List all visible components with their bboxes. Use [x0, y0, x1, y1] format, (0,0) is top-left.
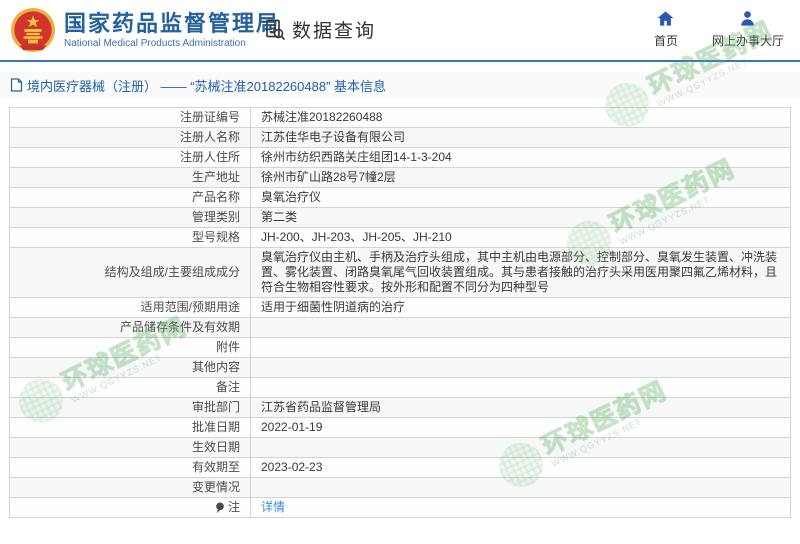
- table-row: 注册人住所徐州市纺织西路关庄组团14-1-3-204: [10, 148, 791, 168]
- info-table: 注册证编号苏械注准20182260488注册人名称江苏佳华电子设备有限公司注册人…: [9, 107, 791, 518]
- field-value: 徐州市纺织西路关庄组团14-1-3-204: [251, 148, 791, 168]
- field-label: 结构及组成/主要组成成分: [10, 248, 251, 298]
- field-value: JH-200、JH-203、JH-205、JH-210: [251, 228, 791, 248]
- table-row: 注册人名称江苏佳华电子设备有限公司: [10, 128, 791, 148]
- brand-subtitle: National Medical Products Administration: [64, 38, 280, 49]
- table-row: 批准日期2022-01-19: [10, 418, 791, 438]
- field-label: 适用范围/预期用途: [10, 298, 251, 318]
- document-icon: [10, 78, 23, 92]
- data-query-icon: [263, 18, 287, 42]
- field-value: [251, 438, 791, 458]
- field-label: 附件: [10, 338, 251, 358]
- nav-service-hall-label: 网上办事大厅: [712, 32, 784, 49]
- field-label: 产品储存条件及有效期: [10, 318, 251, 338]
- field-label: 注: [10, 498, 251, 518]
- table-wrap: 注册证编号苏械注准20182260488注册人名称江苏佳华电子设备有限公司注册人…: [9, 107, 791, 518]
- field-label: 审批部门: [10, 398, 251, 418]
- header-nav: 首页 网上办事大厅: [654, 9, 784, 49]
- field-label: 批准日期: [10, 418, 251, 438]
- table-row: 产品名称臭氧治疗仪: [10, 188, 791, 208]
- breadcrumb-text: 境内医疗器械（注册） —— “苏械注准20182260488” 基本信息: [27, 76, 386, 95]
- field-value: 江苏省药品监督管理局: [251, 398, 791, 418]
- field-value: [251, 338, 791, 358]
- brand: 国家药品监督管理局 National Medical Products Admi…: [10, 7, 280, 53]
- table-row: 注 详情: [10, 498, 791, 518]
- note-icon: [215, 502, 225, 514]
- field-value: 2022-01-19: [251, 418, 791, 438]
- field-label-text: 注: [228, 500, 240, 515]
- data-query-section: 数据查询: [263, 16, 376, 43]
- table-row: 有效期至2023-02-23: [10, 458, 791, 478]
- field-label: 生产地址: [10, 168, 251, 188]
- field-value: 苏械注准20182260488: [251, 108, 791, 128]
- field-value: [251, 478, 791, 498]
- breadcrumb: 境内医疗器械（注册） —— “苏械注准20182260488” 基本信息: [0, 72, 800, 98]
- field-label: 变更情况: [10, 478, 251, 498]
- table-row: 适用范围/预期用途适用于细菌性阴道病的治疗: [10, 298, 791, 318]
- table-row: 注册证编号苏械注准20182260488: [10, 108, 791, 128]
- field-value: 详情: [251, 498, 791, 518]
- nav-service-hall[interactable]: 网上办事大厅: [712, 9, 784, 49]
- table-row: 结构及组成/主要组成成分臭氧治疗仪由主机、手柄及治疗头组成，其中主机由电源部分、…: [10, 248, 791, 298]
- brand-title: 国家药品监督管理局: [64, 11, 280, 37]
- field-value: 适用于细菌性阴道病的治疗: [251, 298, 791, 318]
- field-label: 注册证编号: [10, 108, 251, 128]
- field-value: 第二类: [251, 208, 791, 228]
- field-label: 型号规格: [10, 228, 251, 248]
- field-value: [251, 358, 791, 378]
- field-label: 生效日期: [10, 438, 251, 458]
- field-value: 徐州市矿山路28号7幢2层: [251, 168, 791, 188]
- field-value: [251, 318, 791, 338]
- site-header: 国家药品监督管理局 National Medical Products Admi…: [0, 0, 800, 62]
- field-value: [251, 378, 791, 398]
- nav-home-label: 首页: [654, 32, 678, 49]
- data-query-title: 数据查询: [292, 16, 376, 43]
- table-row: 变更情况: [10, 478, 791, 498]
- field-label: 管理类别: [10, 208, 251, 228]
- field-label: 注册人名称: [10, 128, 251, 148]
- field-value: 江苏佳华电子设备有限公司: [251, 128, 791, 148]
- table-row: 产品储存条件及有效期: [10, 318, 791, 338]
- table-row: 管理类别第二类: [10, 208, 791, 228]
- table-row: 生效日期: [10, 438, 791, 458]
- field-value: 臭氧治疗仪由主机、手柄及治疗头组成，其中主机由电源部分、控制部分、臭氧发生装置、…: [251, 248, 791, 298]
- table-row: 型号规格JH-200、JH-203、JH-205、JH-210: [10, 228, 791, 248]
- field-value: 臭氧治疗仪: [251, 188, 791, 208]
- field-label: 备注: [10, 378, 251, 398]
- table-row: 备注: [10, 378, 791, 398]
- table-row: 附件: [10, 338, 791, 358]
- table-row: 审批部门江苏省药品监督管理局: [10, 398, 791, 418]
- home-icon: [656, 9, 675, 28]
- field-label: 产品名称: [10, 188, 251, 208]
- field-label: 注册人住所: [10, 148, 251, 168]
- info-table-body: 注册证编号苏械注准20182260488注册人名称江苏佳华电子设备有限公司注册人…: [10, 108, 791, 518]
- national-emblem-logo: [10, 7, 56, 53]
- table-row: 其他内容: [10, 358, 791, 378]
- detail-link[interactable]: 详情: [261, 500, 285, 514]
- field-value: 2023-02-23: [251, 458, 791, 478]
- person-icon: [738, 9, 757, 28]
- nav-home[interactable]: 首页: [654, 9, 678, 49]
- field-label: 其他内容: [10, 358, 251, 378]
- page: 国家药品监督管理局 National Medical Products Admi…: [0, 0, 800, 544]
- field-label: 有效期至: [10, 458, 251, 478]
- table-row: 生产地址徐州市矿山路28号7幢2层: [10, 168, 791, 188]
- brand-text: 国家药品监督管理局 National Medical Products Admi…: [64, 11, 280, 49]
